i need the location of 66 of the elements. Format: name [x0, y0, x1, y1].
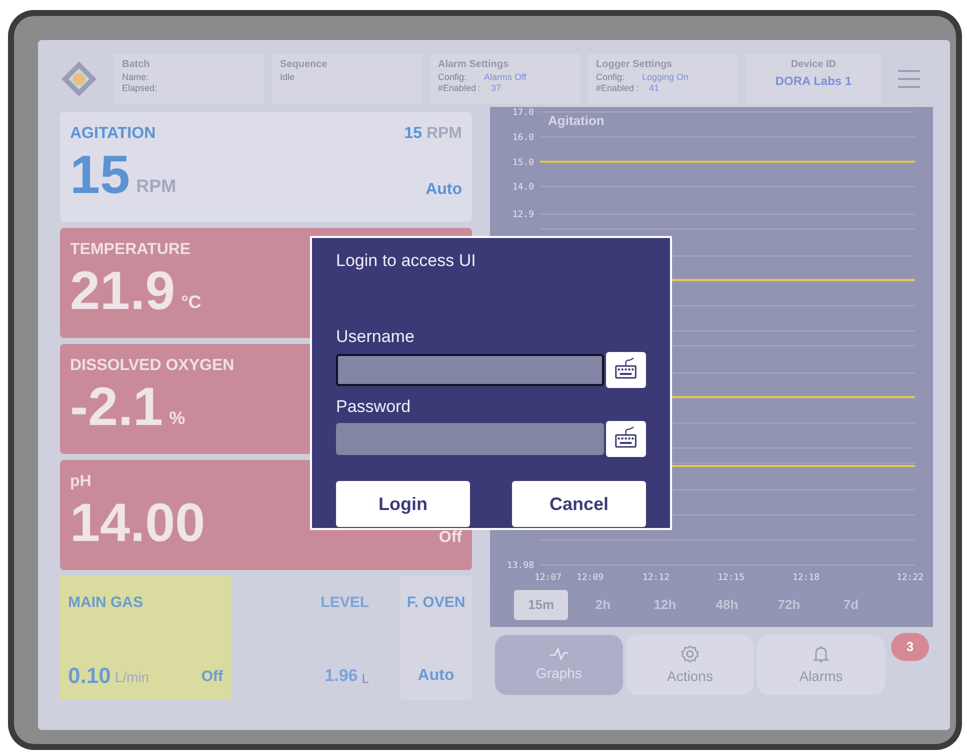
field-value: Alarms Off [484, 72, 526, 82]
tile-title: MAIN GAS [68, 593, 144, 613]
count-badge: 3 [891, 633, 929, 661]
mode-label: Off [438, 528, 462, 548]
settings-icon [680, 644, 700, 664]
card-title: TEMPERATURE [70, 240, 191, 260]
axis-tick-label: 15.0 [512, 158, 534, 168]
reading-value: -2.1 [70, 380, 164, 434]
text-input[interactable] [336, 354, 604, 386]
dialog-button[interactable]: Login [336, 481, 470, 527]
card-title: AGITATION [70, 124, 156, 144]
field-label: Config: [438, 72, 468, 82]
tile-title: F. OVEN [406, 593, 466, 613]
axis-tick-label: 12:15 [717, 573, 745, 582]
field-value: Logging On [642, 72, 689, 82]
mode-label: Off [201, 666, 223, 686]
axis-tick-label: 12:22 [896, 573, 924, 582]
field-label: Config: [596, 72, 626, 82]
axis-tick-label: 12:18 [792, 573, 820, 582]
field-label: #Enabled : [596, 82, 640, 94]
field-label: Elapsed: [122, 82, 158, 94]
field-value: 37 [491, 82, 502, 94]
field-label: Idle [280, 72, 296, 82]
card-title: pH [70, 472, 92, 492]
panel-title: Alarm Settings [438, 58, 510, 72]
panel-title: Sequence [280, 58, 328, 72]
pulse-icon [549, 646, 569, 660]
axis-tick-label: 12:07 [534, 573, 562, 582]
tile-title: LEVEL [320, 593, 369, 613]
axis-tick-label: 14.0 [512, 182, 534, 193]
panel-title: Device ID [790, 58, 836, 72]
unit-label: % [169, 407, 186, 430]
reading-value: 14.00 [70, 496, 206, 550]
field-label: #Enabled : [438, 82, 482, 94]
panel-title: Batch [122, 58, 151, 72]
bell-icon [811, 644, 831, 664]
field-label: Password [336, 396, 412, 418]
unit-label: L [362, 670, 369, 688]
reading-value: 1.96 [324, 664, 358, 686]
range-button[interactable]: 15m [514, 590, 568, 620]
reading-value: 0.10 [68, 664, 111, 688]
reading-value: 21.9 [70, 264, 176, 318]
device-id: DORA Labs 1 [775, 72, 852, 90]
dialog-button[interactable]: Cancel [512, 481, 646, 527]
axis-tick-label: 12:12 [642, 573, 670, 582]
nav-tab[interactable]: Actions [626, 635, 754, 695]
panel-title: Logger Settings [596, 58, 674, 72]
chart-title: Agitation [548, 113, 604, 128]
mode-label: Auto [426, 180, 462, 200]
keyboard-icon[interactable] [606, 352, 646, 388]
text-input[interactable] [336, 423, 604, 455]
mode-label: Auto [418, 666, 454, 686]
unit-label: °C [181, 291, 202, 314]
oven-tile[interactable]: F. OVEN Auto [400, 576, 472, 700]
reading-value: 15 [70, 148, 130, 202]
axis-tick-label: 12.9 [512, 210, 534, 220]
field-value: 41 [649, 82, 660, 94]
logo-icon [62, 62, 96, 96]
field-label: Name: [122, 72, 150, 82]
axis-tick-label: 13.98 [506, 561, 534, 571]
keyboard-icon[interactable] [606, 421, 646, 457]
axis-tick-label: 16.0 [512, 132, 534, 143]
nav-tab[interactable]: Alarms [757, 635, 885, 695]
axis-tick-label: 17.0 [512, 108, 534, 118]
card-title: DISSOLVED OXYGEN [70, 356, 234, 376]
axis-tick-label: 12:09 [576, 573, 604, 582]
